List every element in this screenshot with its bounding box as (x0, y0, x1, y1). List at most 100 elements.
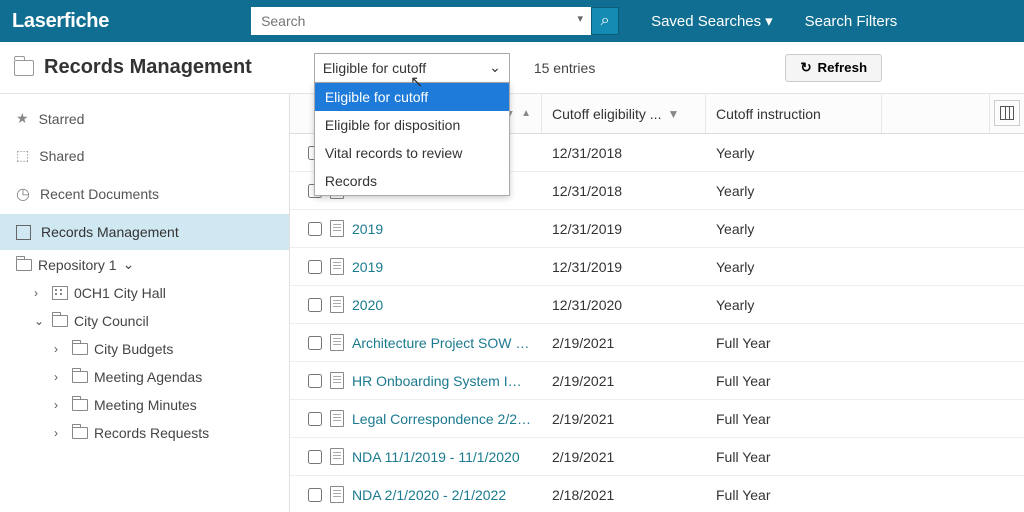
entry-link[interactable]: NDA 11/1/2019 - 11/1/2020 (352, 449, 520, 465)
chevron-right-icon: › (54, 398, 66, 412)
tree-item[interactable]: ⌄City Council (0, 307, 289, 335)
clock-icon (16, 184, 30, 204)
row-checkbox[interactable] (308, 222, 322, 236)
tree-item[interactable]: ›City Budgets (0, 335, 289, 363)
cell-date: 12/31/2019 (542, 259, 706, 275)
layout: Starred Shared Recent Documents Records … (0, 94, 1024, 512)
cell-instr: Full Year (706, 335, 882, 351)
table-row[interactable]: NDA 11/1/2019 - 11/1/2020 2/19/2021Full Y… (290, 438, 1024, 476)
cell-instr: Yearly (706, 297, 882, 313)
view-filter-menu: Eligible for cutoff Eligible for disposi… (314, 83, 510, 196)
document-icon (330, 334, 344, 351)
folder-icon (72, 427, 88, 439)
search-filters-link[interactable]: Search Filters (805, 13, 898, 30)
document-icon (330, 486, 344, 503)
cell-instr: Yearly (706, 221, 882, 237)
records-icon (16, 225, 31, 240)
columns-icon (1000, 106, 1014, 120)
sidebar-item-shared[interactable]: Shared (0, 137, 289, 174)
table-row[interactable]: 2019 12/31/2019Yearly (290, 248, 1024, 286)
cell-date: 12/31/2018 (542, 183, 706, 199)
chevron-down-icon: ⌄ (123, 256, 135, 273)
tree-item[interactable]: ›Meeting Agendas (0, 363, 289, 391)
chevron-right-icon: › (54, 370, 66, 384)
refresh-button[interactable]: Refresh (785, 54, 882, 82)
table-row[interactable]: NDA 2/1/2020 - 2/1/2022 2/18/2021Full Yea… (290, 476, 1024, 512)
entry-link[interactable]: 2019 (352, 221, 383, 237)
cell-instr: Full Year (706, 449, 882, 465)
cell-instr: Yearly (706, 259, 882, 275)
row-checkbox[interactable] (308, 298, 322, 312)
cell-date: 12/31/2020 (542, 297, 706, 313)
cursor-icon: ↖ (410, 72, 423, 92)
chevron-right-icon: › (54, 426, 66, 440)
cell-instr: Yearly (706, 183, 882, 199)
row-checkbox[interactable] (308, 412, 322, 426)
folder-icon (16, 259, 32, 271)
refresh-label: Refresh (818, 60, 868, 75)
row-checkbox[interactable] (308, 336, 322, 350)
sidebar: Starred Shared Recent Documents Records … (0, 94, 290, 512)
sidebar-item-starred[interactable]: Starred (0, 100, 289, 137)
page-title: Records Management (44, 56, 252, 79)
entry-link[interactable]: 2019 (352, 259, 383, 275)
cell-date: 12/31/2019 (542, 221, 706, 237)
col-cutoff-instr[interactable]: Cutoff instruction (706, 94, 882, 133)
document-icon (330, 448, 344, 465)
search-button[interactable] (591, 7, 619, 35)
chevron-down-icon: ▾ (765, 12, 773, 30)
folder-icon (72, 343, 88, 355)
filter-option[interactable]: Eligible for disposition (315, 111, 509, 139)
tree-repo[interactable]: Repository 1 ⌄ (0, 250, 289, 279)
table-row[interactable]: Legal Correspondence 2/20...2/19/2021Ful… (290, 400, 1024, 438)
search-input[interactable] (251, 7, 591, 35)
cell-date: 2/18/2021 (542, 487, 706, 503)
col-blank (882, 94, 990, 133)
chevron-down-icon: ⌄ (489, 59, 501, 76)
entry-link[interactable]: NDA 2/1/2020 - 2/1/2022 (352, 487, 506, 503)
chevron-down-icon: ⌄ (34, 314, 46, 328)
building-icon (52, 286, 68, 300)
share-icon (16, 147, 29, 164)
entry-link[interactable]: HR Onboarding System Imp... (352, 373, 532, 389)
search-area (251, 7, 619, 35)
cell-date: 2/19/2021 (542, 335, 706, 351)
cell-instr: Full Year (706, 487, 882, 503)
row-checkbox[interactable] (308, 260, 322, 274)
chevron-right-icon: › (34, 286, 46, 300)
tree-item[interactable]: ›0CH1 City Hall (0, 279, 289, 307)
tree-item[interactable]: ›Records Requests (0, 419, 289, 447)
folder-icon (72, 399, 88, 411)
table-row[interactable]: 2020 12/31/2020Yearly (290, 286, 1024, 324)
sort-icon: ▲ (521, 108, 531, 119)
sidebar-item-recent[interactable]: Recent Documents (0, 174, 289, 214)
filter-option[interactable]: Vital records to review (315, 139, 509, 167)
entries-count: 15 entries (534, 60, 595, 76)
cell-date: 2/19/2021 (542, 449, 706, 465)
tree-item[interactable]: ›Meeting Minutes (0, 391, 289, 419)
col-cutoff-date[interactable]: Cutoff eligibility ...▼ (542, 94, 706, 133)
cell-date: 2/19/2021 (542, 411, 706, 427)
search-input-wrap (251, 7, 591, 35)
row-checkbox[interactable] (308, 450, 322, 464)
columns-config-button[interactable] (994, 100, 1020, 126)
table-row[interactable]: Architecture Project SOW 7/... 2/19/2021F… (290, 324, 1024, 362)
search-icon (601, 12, 610, 30)
chevron-right-icon: › (54, 342, 66, 356)
entry-link[interactable]: 2020 (352, 297, 383, 313)
row-checkbox[interactable] (308, 488, 322, 502)
folder-icon (72, 371, 88, 383)
refresh-icon (800, 60, 811, 76)
page-title-bar: Records Management Eligible for cutoff ⌄… (0, 42, 1024, 94)
entry-link[interactable]: Legal Correspondence 2/20... (352, 411, 532, 427)
saved-searches-link[interactable]: Saved Searches▾ (651, 12, 773, 30)
table-row[interactable]: HR Onboarding System Imp...2/19/2021Full… (290, 362, 1024, 400)
entry-link[interactable]: Architecture Project SOW 7/... (352, 335, 532, 351)
sidebar-item-records[interactable]: Records Management (0, 214, 289, 250)
row-checkbox[interactable] (308, 374, 322, 388)
filter-option[interactable]: Records (315, 167, 509, 195)
star-icon (16, 110, 29, 127)
document-icon (330, 372, 344, 389)
brand-logo: Laserfiche (12, 10, 109, 33)
table-row[interactable]: 2019 12/31/2019Yearly (290, 210, 1024, 248)
